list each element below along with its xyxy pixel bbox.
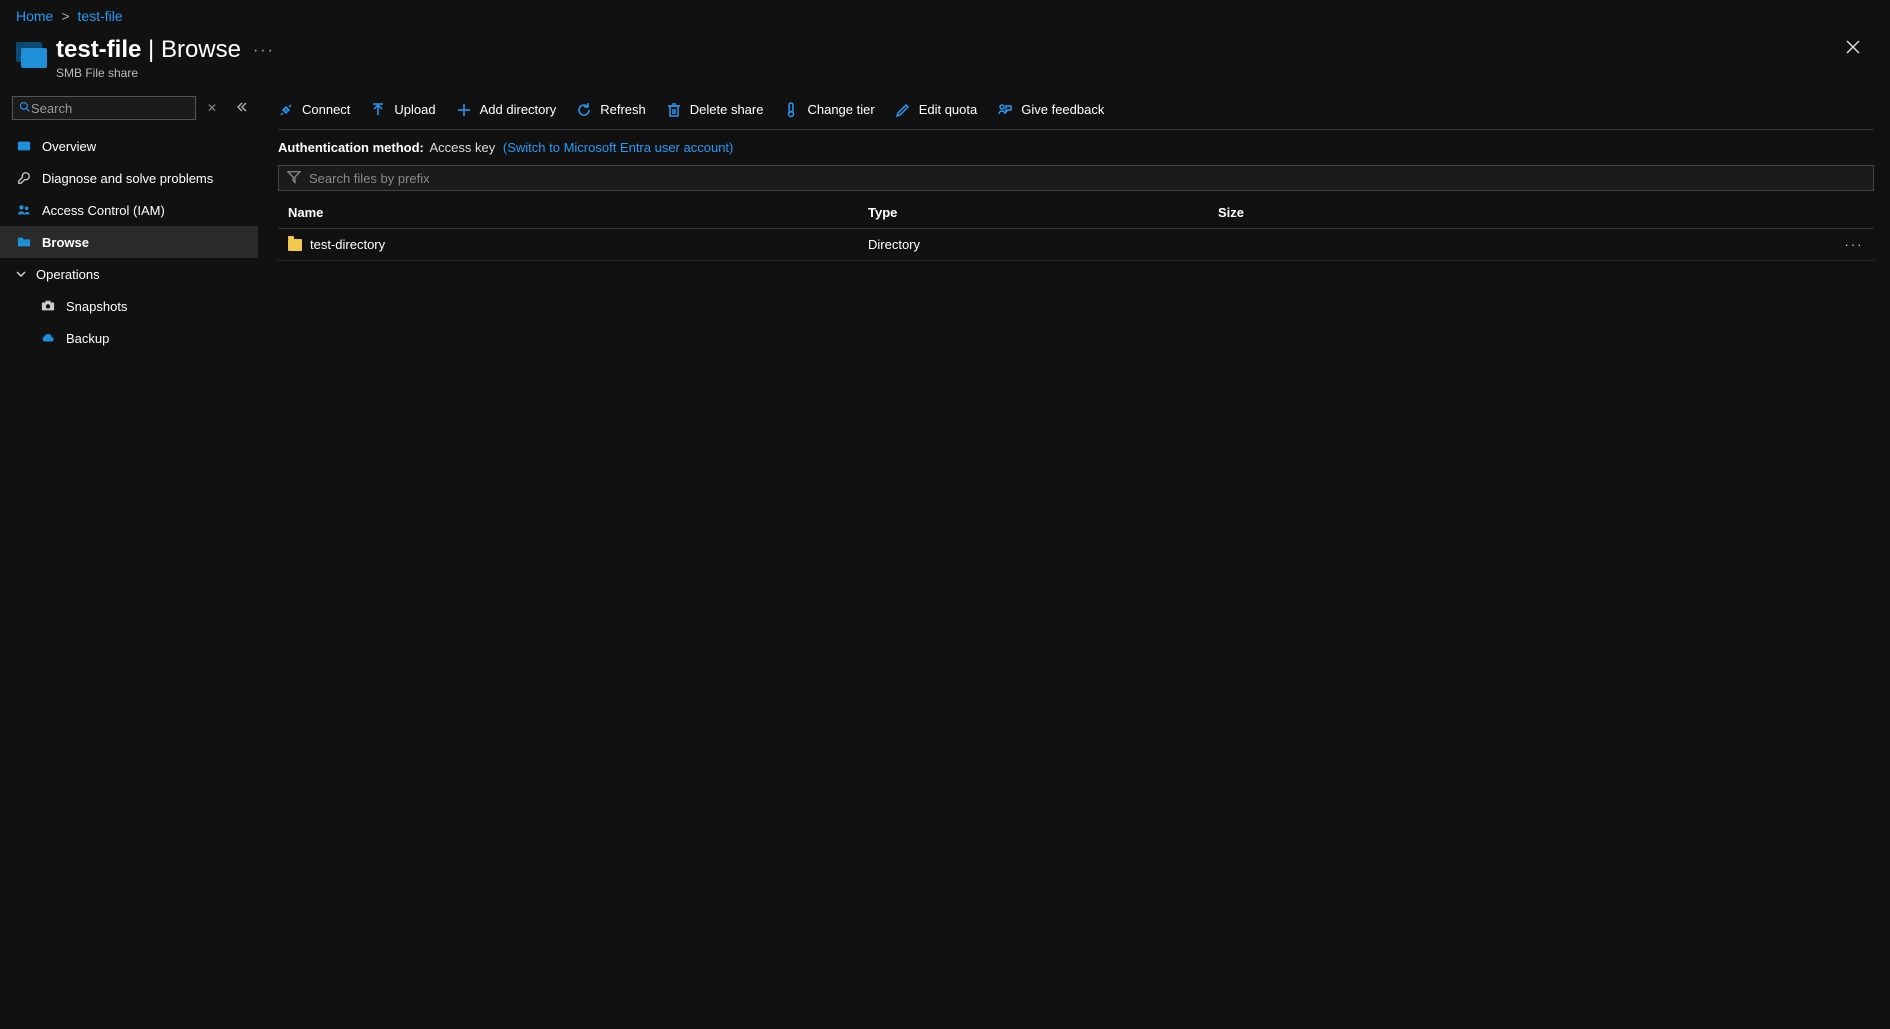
plug-icon: [278, 102, 294, 118]
wrench-icon: [16, 171, 32, 185]
page-header: test-file | Browse SMB File share ···: [0, 32, 1890, 90]
breadcrumb-home[interactable]: Home: [16, 8, 53, 24]
search-icon: [19, 101, 31, 116]
fileshare-icon: [16, 42, 46, 72]
folder-icon: [288, 239, 302, 251]
sidebar-search-input[interactable]: [31, 101, 189, 116]
connect-button[interactable]: Connect: [278, 102, 350, 118]
thermometer-icon: [783, 102, 799, 118]
page-subtitle: SMB File share: [56, 66, 241, 80]
main-content: Connect Upload Add directory Refresh: [258, 90, 1890, 354]
sidebar-group-operations[interactable]: Operations: [0, 258, 258, 290]
close-button[interactable]: [1846, 40, 1860, 57]
edit-quota-button[interactable]: Edit quota: [895, 102, 978, 118]
clear-search-button[interactable]: ✕: [204, 101, 220, 115]
auth-switch-link[interactable]: (Switch to Microsoft Entra user account): [503, 140, 733, 155]
cloud-icon: [40, 331, 56, 345]
sidebar: ✕ Overview Diagnose and solve problems: [0, 90, 258, 354]
overview-icon: [16, 139, 32, 153]
folder-icon: [16, 235, 32, 249]
page-title: test-file | Browse: [56, 36, 241, 64]
sidebar-group-label: Operations: [36, 267, 100, 282]
row-type: Directory: [858, 237, 1208, 252]
add-directory-button[interactable]: Add directory: [456, 102, 557, 118]
people-icon: [16, 203, 32, 217]
col-name[interactable]: Name: [278, 205, 858, 220]
row-more-button[interactable]: ···: [1834, 237, 1874, 252]
file-search-input[interactable]: [309, 171, 1865, 186]
sidebar-item-diagnose[interactable]: Diagnose and solve problems: [0, 162, 258, 194]
plus-icon: [456, 102, 472, 118]
sidebar-search[interactable]: [12, 96, 196, 120]
auth-label: Authentication method:: [278, 140, 424, 155]
sidebar-item-iam[interactable]: Access Control (IAM): [0, 194, 258, 226]
col-type[interactable]: Type: [858, 205, 1208, 220]
sidebar-item-label: Overview: [42, 139, 96, 154]
table-header: Name Type Size: [278, 197, 1874, 229]
table-row[interactable]: test-directory Directory ···: [278, 229, 1874, 261]
sidebar-item-browse[interactable]: Browse: [0, 226, 258, 258]
trash-icon: [666, 102, 682, 118]
file-search[interactable]: [278, 165, 1874, 191]
sidebar-item-label: Diagnose and solve problems: [42, 171, 213, 186]
upload-button[interactable]: Upload: [370, 102, 435, 118]
filter-icon: [287, 170, 301, 187]
collapse-sidebar-button[interactable]: [236, 101, 248, 116]
sidebar-item-backup[interactable]: Backup: [0, 322, 258, 354]
toolbar: Connect Upload Add directory Refresh: [278, 90, 1874, 130]
sidebar-item-label: Browse: [42, 235, 89, 250]
breadcrumb-current[interactable]: test-file: [78, 8, 123, 24]
chevron-down-icon: [16, 267, 26, 282]
col-size[interactable]: Size: [1208, 205, 1834, 220]
breadcrumb-separator: >: [61, 8, 69, 24]
sidebar-item-overview[interactable]: Overview: [0, 130, 258, 162]
camera-icon: [40, 299, 56, 313]
file-table: Name Type Size test-directory Directory …: [278, 197, 1874, 261]
more-options-button[interactable]: ···: [253, 36, 275, 66]
close-icon: [1846, 40, 1860, 54]
auth-method-row: Authentication method: Access key (Switc…: [278, 130, 1874, 165]
give-feedback-button[interactable]: Give feedback: [997, 102, 1104, 118]
delete-share-button[interactable]: Delete share: [666, 102, 764, 118]
pencil-icon: [895, 102, 911, 118]
upload-icon: [370, 102, 386, 118]
sidebar-item-snapshots[interactable]: Snapshots: [0, 290, 258, 322]
breadcrumb: Home > test-file: [0, 0, 1890, 32]
refresh-button[interactable]: Refresh: [576, 102, 646, 118]
feedback-icon: [997, 102, 1013, 118]
sidebar-item-label: Backup: [66, 331, 109, 346]
sidebar-item-label: Snapshots: [66, 299, 127, 314]
chevron-double-left-icon: [236, 101, 248, 113]
auth-method: Access key: [430, 140, 496, 155]
refresh-icon: [576, 102, 592, 118]
sidebar-item-label: Access Control (IAM): [42, 203, 165, 218]
row-name: test-directory: [310, 237, 385, 252]
change-tier-button[interactable]: Change tier: [783, 102, 874, 118]
